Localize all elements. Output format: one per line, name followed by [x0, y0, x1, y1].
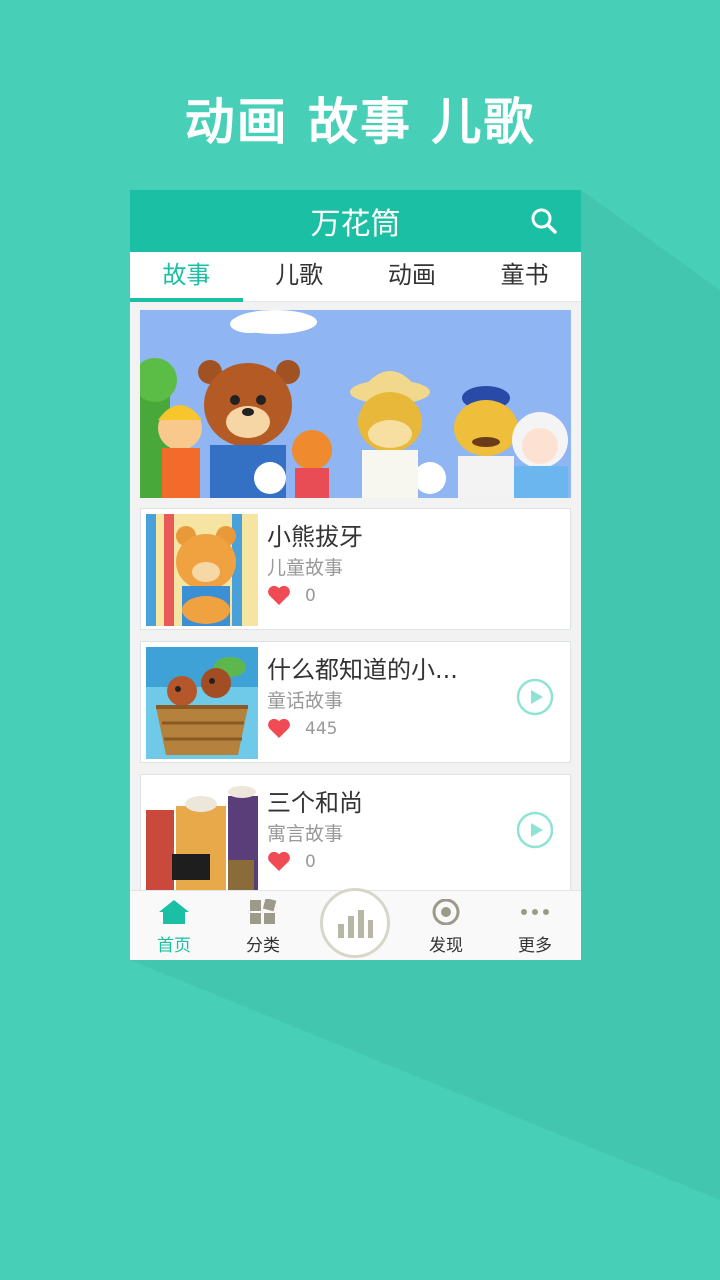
thumbnail-monks: [146, 780, 258, 892]
like-row: 0: [267, 851, 316, 872]
grid-icon: [250, 897, 277, 924]
home-icon: [159, 900, 189, 924]
like-count: 445: [305, 718, 338, 739]
list-item[interactable]: 小熊拔牙 儿童故事 0: [140, 508, 571, 630]
featured-banner[interactable]: [140, 310, 571, 498]
category-tabs: 故事 儿歌 动画 童书: [130, 252, 581, 302]
nav-home-label: 首页: [157, 936, 191, 956]
phone-screen: 万花筒 故事 儿歌 动画 童书 小熊拔牙 儿童故事 0 什么都知道的小... 童…: [130, 190, 581, 960]
heart-icon[interactable]: [267, 718, 291, 739]
item-title: 三个和尚: [267, 789, 363, 817]
search-button[interactable]: [527, 204, 561, 238]
promo-headline: 动画 故事 儿歌: [184, 93, 536, 151]
heart-icon[interactable]: [267, 851, 291, 872]
like-count: 0: [305, 851, 316, 872]
eye-icon: [432, 898, 460, 926]
story-list: 小熊拔牙 儿童故事 0 什么都知道的小... 童话故事 445 三个和尚 寓言故…: [140, 508, 571, 907]
item-category: 寓言故事: [267, 823, 344, 845]
equalizer-icon: [338, 910, 373, 938]
list-item[interactable]: 三个和尚 寓言故事 0: [140, 774, 571, 896]
tab-books[interactable]: 童书: [468, 252, 581, 301]
play-icon[interactable]: [516, 811, 554, 849]
nav-category-label: 分类: [246, 936, 280, 956]
tab-stories[interactable]: 故事: [130, 252, 243, 302]
like-row: 445: [267, 718, 337, 739]
bottom-navigation: 首页 分类 发现 更多: [130, 888, 581, 960]
thumbnail-bear: [146, 514, 258, 626]
tab-songs[interactable]: 儿歌: [243, 252, 356, 301]
nav-discover-label: 发现: [429, 936, 463, 956]
app-bar: 万花筒: [130, 190, 581, 252]
nav-discover[interactable]: 发现: [406, 898, 486, 956]
tab-animation[interactable]: 动画: [356, 252, 469, 301]
like-row: 0: [267, 585, 316, 606]
like-count: 0: [305, 585, 316, 606]
more-dots-icon: [521, 909, 549, 915]
list-item[interactable]: 什么都知道的小... 童话故事 445: [140, 641, 571, 763]
item-category: 儿童故事: [267, 557, 344, 579]
nav-category[interactable]: 分类: [223, 897, 303, 956]
search-icon: [531, 208, 557, 234]
heart-icon[interactable]: [267, 585, 291, 606]
nav-more-label: 更多: [518, 936, 552, 956]
item-category: 童话故事: [267, 690, 344, 712]
thumbnail-birds: [146, 647, 258, 759]
app-title: 万花筒: [310, 207, 401, 242]
banner-cartoon-image: [140, 310, 571, 498]
play-icon[interactable]: [516, 678, 554, 716]
now-playing-button[interactable]: [320, 888, 390, 958]
nav-home[interactable]: 首页: [134, 899, 214, 956]
item-title: 什么都知道的小...: [267, 656, 458, 684]
nav-more[interactable]: 更多: [495, 899, 575, 956]
item-title: 小熊拔牙: [267, 523, 363, 551]
